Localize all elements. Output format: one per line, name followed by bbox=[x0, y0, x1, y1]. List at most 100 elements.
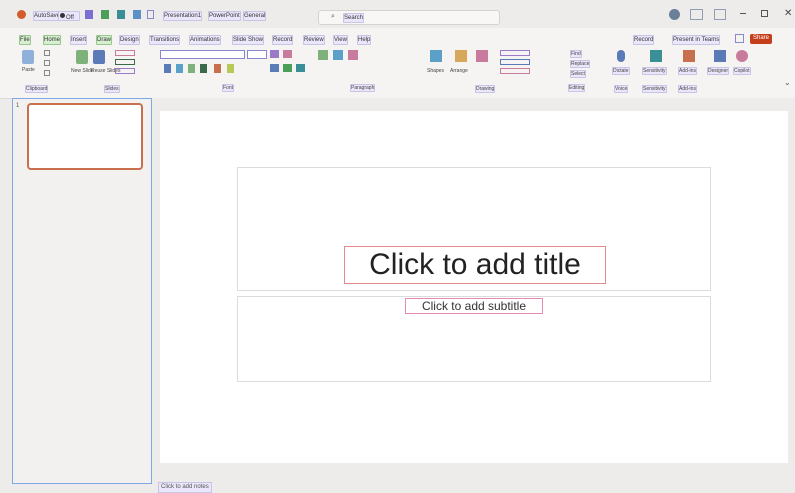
shapes-label: Shapes bbox=[427, 68, 444, 74]
reuse-slides-icon[interactable] bbox=[93, 50, 105, 64]
tab-animations[interactable]: Animations bbox=[189, 35, 221, 45]
title-text[interactable]: Click to add title bbox=[344, 246, 606, 284]
presentation-name[interactable]: Presentation1 bbox=[163, 11, 203, 21]
font-group-label: Font bbox=[222, 84, 235, 92]
smartart-icon[interactable] bbox=[348, 50, 358, 60]
search-input[interactable]: Search bbox=[343, 13, 365, 23]
font-size-box[interactable] bbox=[247, 50, 267, 59]
sensitivity-button[interactable]: Sensitivity bbox=[642, 67, 667, 75]
shape-outline-icon[interactable] bbox=[500, 59, 530, 65]
arrange-icon[interactable] bbox=[455, 50, 467, 62]
format-painter-icon[interactable] bbox=[44, 70, 50, 76]
sensitivity-icon[interactable] bbox=[650, 50, 662, 62]
copilot-button[interactable]: Copilot bbox=[733, 67, 751, 75]
shape-effects-icon[interactable] bbox=[500, 68, 530, 74]
drawing-group-label: Drawing bbox=[475, 85, 496, 93]
tab-review[interactable]: Review bbox=[303, 35, 325, 45]
tab-insert[interactable]: Insert bbox=[70, 35, 88, 45]
restore-icon[interactable] bbox=[761, 10, 768, 17]
start-slideshow-icon[interactable] bbox=[133, 10, 141, 19]
ribbon-collapse-icon[interactable]: ⌄ bbox=[784, 78, 791, 87]
addins-icon[interactable] bbox=[683, 50, 695, 62]
tab-slide-show[interactable]: Slide Show bbox=[232, 35, 265, 45]
addins-button[interactable]: Add-ins bbox=[678, 67, 697, 75]
copy-icon[interactable] bbox=[44, 60, 50, 66]
redo-icon[interactable] bbox=[117, 10, 125, 19]
section-icon[interactable] bbox=[115, 68, 135, 74]
app-name: PowerPoint bbox=[208, 11, 241, 21]
share-label: Share bbox=[753, 35, 770, 41]
sensitivity-group-label: Sensitivity bbox=[642, 85, 667, 93]
slide-thumbnail[interactable] bbox=[27, 103, 143, 170]
voice-group-label: Voice bbox=[614, 85, 629, 93]
tab-home[interactable]: Home bbox=[43, 35, 62, 45]
save-icon[interactable] bbox=[85, 10, 93, 19]
cut-icon[interactable] bbox=[44, 50, 50, 56]
italic-icon[interactable] bbox=[176, 64, 183, 73]
tab-view[interactable]: View bbox=[333, 35, 348, 45]
numbering-icon[interactable] bbox=[283, 50, 292, 58]
tab-design[interactable]: Design bbox=[119, 35, 140, 45]
microphone-icon[interactable] bbox=[617, 50, 625, 62]
arrange-label: Arrange bbox=[450, 68, 468, 74]
present-in-teams-button[interactable]: Present in Teams bbox=[672, 35, 721, 45]
pen-icon[interactable] bbox=[714, 9, 726, 20]
tab-file[interactable]: File bbox=[19, 35, 31, 45]
shape-fill-icon[interactable] bbox=[500, 50, 530, 56]
highlight-icon[interactable] bbox=[227, 64, 234, 73]
search-icon: ⌕ bbox=[331, 13, 335, 20]
subtitle-text[interactable]: Click to add subtitle bbox=[405, 298, 543, 314]
thumbnail-number: 1 bbox=[16, 103, 20, 109]
slides-group-label: Slides bbox=[104, 85, 120, 93]
share-button[interactable]: Share bbox=[750, 34, 773, 44]
clipboard-group-label: Clipboard bbox=[25, 85, 49, 93]
tab-record[interactable]: Record bbox=[272, 35, 294, 45]
replace-button[interactable]: Replace bbox=[570, 60, 591, 68]
paste-icon[interactable] bbox=[22, 50, 34, 64]
app-logo-icon bbox=[17, 10, 26, 19]
autosave-toggle[interactable]: Off bbox=[58, 11, 80, 21]
align-left-icon[interactable] bbox=[270, 64, 279, 72]
bold-icon[interactable] bbox=[164, 64, 171, 73]
copilot-ribbon-icon[interactable] bbox=[736, 50, 748, 62]
record-button[interactable]: Record bbox=[633, 35, 655, 45]
shapes-icon[interactable] bbox=[430, 50, 442, 62]
quick-styles-icon[interactable] bbox=[476, 50, 488, 62]
editing-group-label: Editing bbox=[568, 84, 586, 92]
select-button[interactable]: Select bbox=[570, 70, 586, 78]
paragraph-group-label: Paragraph bbox=[350, 84, 376, 92]
align-center-icon[interactable] bbox=[283, 64, 292, 72]
avatar[interactable] bbox=[669, 9, 680, 20]
strikethrough-icon[interactable] bbox=[200, 64, 207, 73]
bullets-icon[interactable] bbox=[270, 50, 279, 58]
underline-icon[interactable] bbox=[188, 64, 195, 73]
text-direction-icon[interactable] bbox=[318, 50, 328, 60]
align-text-icon[interactable] bbox=[333, 50, 343, 60]
reset-icon[interactable] bbox=[115, 59, 135, 65]
align-right-icon[interactable] bbox=[296, 64, 305, 72]
ribbon: File Home Insert Draw Design Transitions… bbox=[0, 28, 795, 99]
designer-button[interactable]: Designer bbox=[707, 67, 730, 75]
tab-help[interactable]: Help bbox=[357, 35, 372, 45]
new-slide-icon[interactable] bbox=[76, 50, 88, 64]
find-button[interactable]: Find bbox=[570, 50, 582, 58]
autosave-label: AutoSave bbox=[33, 11, 62, 21]
tab-draw[interactable]: Draw bbox=[96, 35, 113, 45]
tab-transitions[interactable]: Transitions bbox=[149, 35, 181, 45]
copilot-icon[interactable] bbox=[690, 9, 703, 20]
notes-input[interactable]: Click to add notes bbox=[158, 482, 212, 493]
comments-icon[interactable] bbox=[735, 34, 744, 43]
paste-label: Paste bbox=[22, 67, 35, 73]
font-name-box[interactable] bbox=[160, 50, 245, 59]
layout-icon[interactable] bbox=[115, 50, 135, 56]
minimize-icon[interactable] bbox=[740, 13, 746, 14]
designer-icon[interactable] bbox=[714, 50, 726, 62]
font-color-icon[interactable] bbox=[214, 64, 221, 73]
undo-icon[interactable] bbox=[101, 10, 109, 19]
close-icon[interactable]: ✕ bbox=[784, 8, 792, 19]
dictate-button[interactable]: Dictate bbox=[612, 67, 630, 75]
customize-qat-icon[interactable] bbox=[147, 10, 154, 19]
search-box[interactable]: ⌕ Search bbox=[318, 10, 500, 25]
sensitivity-label[interactable]: General bbox=[243, 11, 267, 21]
addins-group-label: Add-ins bbox=[678, 85, 697, 93]
